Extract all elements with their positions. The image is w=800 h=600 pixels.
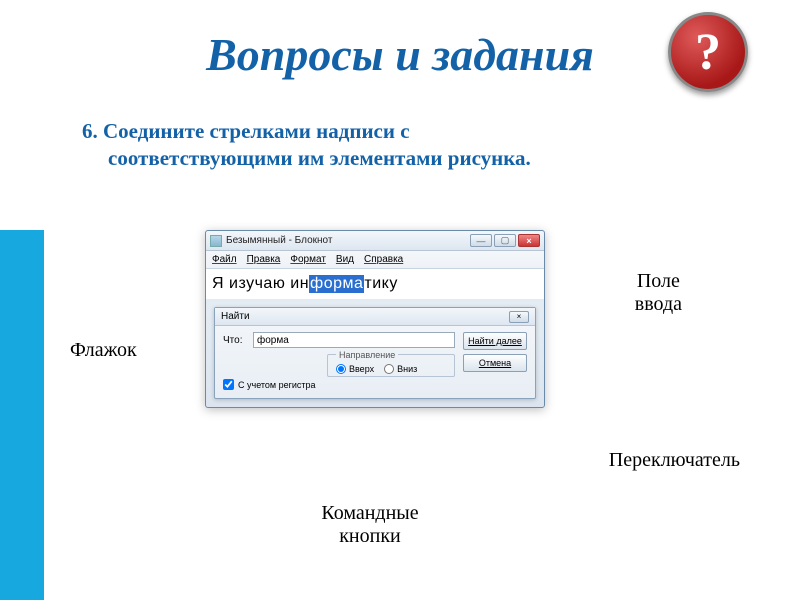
find-body: Что: Направление Вверх Вниз С учетом рег…: [215, 326, 535, 392]
find-what-label: Что:: [223, 335, 247, 346]
annotation-cmd-line2: кнопки: [270, 525, 470, 548]
cancel-button[interactable]: Отмена: [463, 354, 527, 372]
notepad-menubar: Файл Правка Формат Вид Справка: [206, 251, 544, 269]
notepad-icon: [210, 235, 222, 247]
find-dialog-title: Найти: [221, 311, 250, 322]
window-controls: — ▢ ×: [470, 234, 540, 247]
direction-options: Вверх Вниз: [336, 364, 446, 374]
find-what-row: Что:: [223, 332, 455, 348]
direction-group: Направление Вверх Вниз: [327, 354, 455, 377]
find-what-input[interactable]: [253, 332, 455, 348]
notepad-titlebar[interactable]: Безымянный - Блокнот — ▢ ×: [206, 231, 544, 251]
find-dialog: Найти × Что: Направление Вверх Вниз: [214, 307, 536, 399]
find-close-button[interactable]: ×: [509, 311, 529, 323]
radio-down[interactable]: [384, 364, 394, 374]
match-case-checkbox[interactable]: [223, 379, 234, 390]
annotation-flag: Флажок: [70, 339, 137, 362]
text-selection: форма: [309, 275, 364, 293]
instruction-line-2: соответствующими им элементами рисунка.: [82, 145, 642, 172]
question-mark-icon: ?: [695, 23, 721, 82]
find-buttons-panel: Найти далее Отмена: [463, 332, 527, 390]
text-before-selection: Я изучаю ин: [212, 275, 309, 293]
notepad-title: Безымянный - Блокнот: [226, 235, 470, 246]
maximize-button[interactable]: ▢: [494, 234, 516, 247]
notepad-text-area[interactable]: Я изучаю информатику: [206, 269, 544, 299]
text-after-selection: тику: [364, 275, 397, 293]
radio-down-label[interactable]: Вниз: [384, 364, 417, 374]
menu-help[interactable]: Справка: [364, 254, 403, 265]
radio-up[interactable]: [336, 364, 346, 374]
find-titlebar[interactable]: Найти ×: [215, 308, 535, 326]
decorative-left-bar: [0, 230, 44, 600]
direction-legend: Направление: [336, 350, 398, 360]
menu-file[interactable]: Файл: [212, 254, 237, 265]
minimize-button[interactable]: —: [470, 234, 492, 247]
annotation-input-field: Поле ввода: [635, 270, 682, 316]
match-case-label: С учетом регистра: [238, 380, 316, 390]
question-badge: ?: [668, 12, 748, 92]
annotation-cmd-line1: Командные: [270, 502, 470, 525]
instruction-line-1: 6. Соедините стрелками надписи с: [82, 118, 642, 145]
radio-up-label[interactable]: Вверх: [336, 364, 374, 374]
instruction-text: 6. Соедините стрелками надписи с соответ…: [82, 118, 642, 173]
find-next-button[interactable]: Найти далее: [463, 332, 527, 350]
notepad-window: Безымянный - Блокнот — ▢ × Файл Правка Ф…: [205, 230, 545, 408]
match-case-row: С учетом регистра: [223, 379, 455, 390]
find-left-panel: Что: Направление Вверх Вниз С учетом рег…: [223, 332, 455, 390]
menu-edit[interactable]: Правка: [247, 254, 281, 265]
radio-up-text: Вверх: [349, 364, 374, 374]
annotation-switch: Переключатель: [609, 449, 740, 472]
menu-view[interactable]: Вид: [336, 254, 354, 265]
close-button[interactable]: ×: [518, 234, 540, 247]
annotation-input-field-line2: ввода: [635, 293, 682, 316]
annotation-command-buttons: Командные кнопки: [270, 502, 470, 548]
radio-down-text: Вниз: [397, 364, 417, 374]
menu-format[interactable]: Формат: [290, 254, 326, 265]
annotation-input-field-line1: Поле: [635, 270, 682, 293]
